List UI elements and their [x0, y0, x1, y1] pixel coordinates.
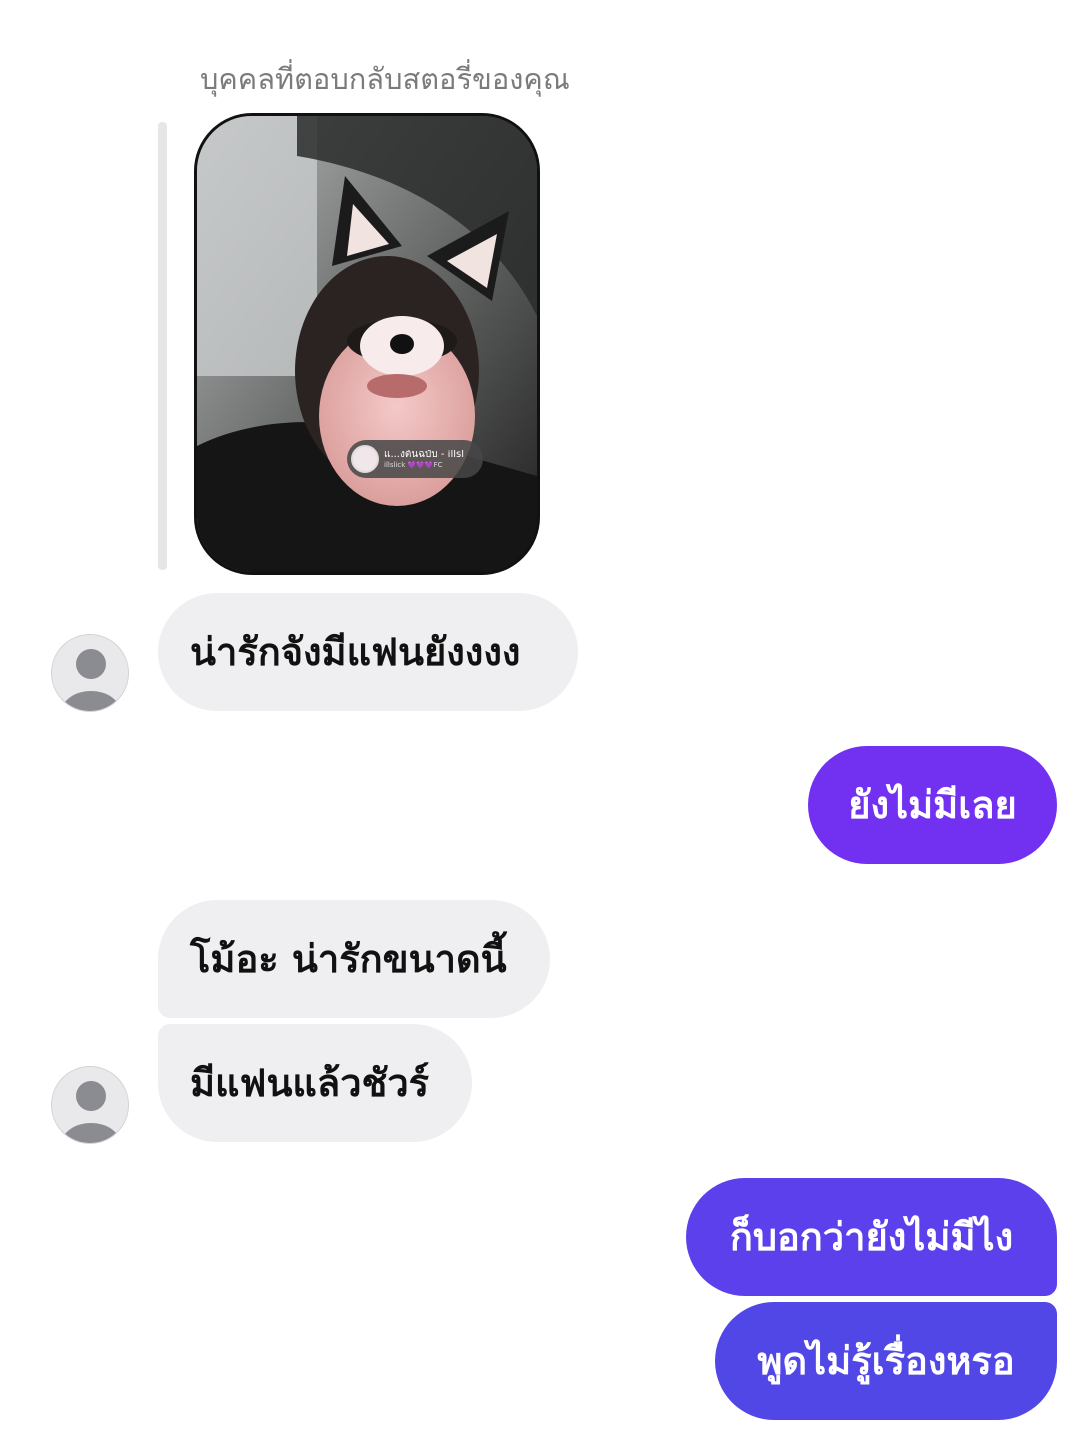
default-user-silhouette-icon — [61, 1081, 121, 1143]
message-bubble-incoming[interactable]: โม้อะ น่ารักขนาดนี้ — [158, 900, 550, 1018]
music-sticker[interactable]: แ...งต้นฉบับ - illsl illslick 💜💜💜FC — [347, 440, 483, 478]
music-disc-icon — [351, 445, 379, 473]
story-reply-caption: บุคคลที่ตอบกลับสตอรี่ของคุณ — [200, 62, 570, 96]
sender-avatar[interactable] — [51, 1066, 129, 1144]
story-photo — [197, 116, 537, 572]
reply-indicator-bar — [158, 122, 167, 570]
default-user-silhouette-icon — [61, 649, 121, 711]
music-sticker-title: แ...งต้นฉบับ - illsl — [384, 449, 464, 460]
sender-avatar[interactable] — [51, 634, 129, 712]
message-bubble-outgoing[interactable]: ยังไม่มีเลย — [808, 746, 1057, 864]
story-thumbnail[interactable]: แ...งต้นฉบับ - illsl illslick 💜💜💜FC — [194, 113, 540, 575]
chat-thread: บุคคลที่ตอบกลับสตอรี่ของคุณ แ...งต้นฉบับ… — [0, 0, 1080, 1440]
message-bubble-outgoing[interactable]: ก็บอกว่ายังไม่มีไง — [686, 1178, 1057, 1296]
music-sticker-artist: illslick 💜💜💜FC — [384, 460, 443, 469]
message-bubble-incoming[interactable]: น่ารักจังมีแฟนยังงงง — [158, 593, 578, 711]
message-bubble-incoming[interactable]: มีแฟนแล้วชัวร์ — [158, 1024, 472, 1142]
message-bubble-outgoing[interactable]: พูดไม่รู้เรื่องหรอ — [715, 1302, 1057, 1420]
